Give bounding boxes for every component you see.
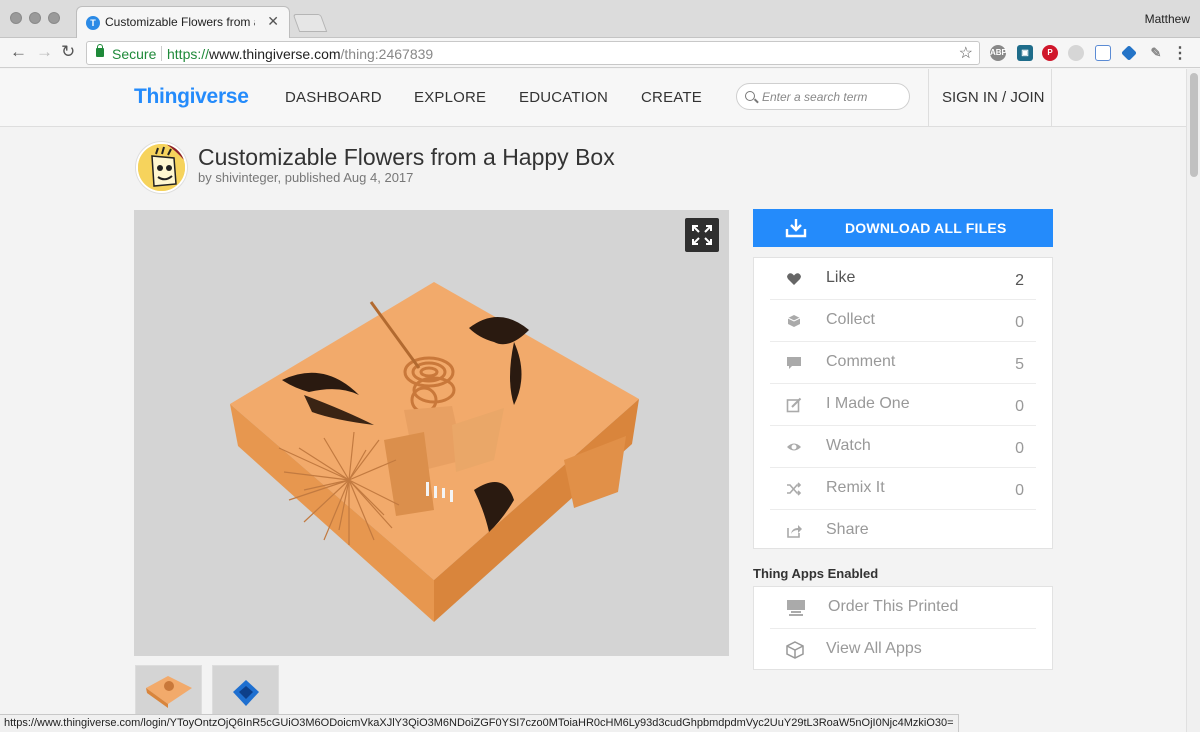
diamond-extension-icon[interactable] [1121,45,1137,61]
eye-icon [787,443,801,451]
download-label: DOWNLOAD ALL FILES [845,220,1007,236]
model-viewer[interactable] [134,210,729,656]
share-button[interactable]: Share [770,510,1036,552]
nav-explore[interactable]: EXPLORE [414,89,486,106]
comment-count: 5 [1015,356,1024,373]
thingiverse-favicon-icon: T [86,16,100,30]
sign-in-join-button[interactable]: SIGN IN / JOIN [928,69,1052,127]
address-bar[interactable]: Secure https://www.thingiverse.com/thing… [86,41,980,65]
tab-title: Customizable Flowers from a Happy Box [105,15,255,29]
avatar[interactable] [136,142,187,193]
url-host: www.thingiverse.com [209,46,341,62]
browser-tab-bar: T Customizable Flowers from a Happy Box … [0,0,1200,38]
view-all-apps-button[interactable]: View All Apps [770,629,1036,671]
url-path: /thing:2467839 [340,46,434,62]
page-scrollbar[interactable] [1186,69,1200,732]
order-printed-button[interactable]: Order This Printed [770,587,1036,629]
share-icon [787,525,802,538]
printer-icon [787,600,805,616]
nav-create[interactable]: CREATE [641,89,702,106]
watch-count: 0 [1015,440,1024,457]
close-window-button[interactable] [10,12,22,24]
search-icon [745,91,755,101]
like-count: 2 [1015,272,1024,289]
shuffle-icon [787,482,802,496]
profile-name[interactable]: Matthew [1145,12,1190,26]
browser-toolbar: ← → ↻ Secure https://www.thingiverse.com… [0,38,1200,68]
thing-apps-panel: Order This Printed View All Apps [753,586,1053,670]
document-extension-icon[interactable] [1095,45,1111,61]
search-input[interactable]: Enter a search term [736,83,910,110]
like-button[interactable]: Like 2 [770,258,1036,300]
scrollbar-thumb[interactable] [1190,73,1198,177]
thumbnail-1-image [146,676,192,708]
page-title: Customizable Flowers from a Happy Box [198,144,615,170]
tab-close-icon[interactable]: ✕ [267,13,279,30]
comment-icon [787,357,801,369]
made-one-count: 0 [1015,398,1024,415]
remix-count: 0 [1015,482,1024,499]
collect-count: 0 [1015,314,1024,331]
download-icon [785,219,807,238]
collect-label: Collect [826,311,875,328]
expand-icon [692,225,712,245]
pen-extension-icon[interactable]: ✎ [1148,45,1164,61]
reload-icon[interactable]: ↻ [61,42,75,62]
download-all-files-button[interactable]: DOWNLOAD ALL FILES [753,209,1053,247]
made-one-icon [786,397,802,413]
zoom-window-button[interactable] [48,12,60,24]
adblock-extension-icon[interactable]: ABP [990,45,1007,61]
browser-tab[interactable]: T Customizable Flowers from a Happy Box … [76,6,290,38]
secure-label: Secure [112,46,157,62]
search-placeholder: Enter a search term [762,90,868,104]
page-viewport: Thingiverse DASHBOARD EXPLORE EDUCATION … [0,69,1186,732]
sign-in-label: SIGN IN / JOIN [942,89,1045,106]
collect-icon [787,315,801,327]
nav-dashboard[interactable]: DASHBOARD [285,89,382,106]
thumbnail-1[interactable] [135,665,202,715]
disabled-extension-icon[interactable] [1068,45,1084,61]
avatar-image [138,144,185,191]
url-scheme: https:// [167,46,210,62]
back-arrow-icon[interactable]: ← [10,42,27,62]
thingiverse-logo[interactable]: Thingiverse [134,85,249,109]
order-printed-label: Order This Printed [828,598,959,615]
heart-icon [787,273,801,285]
link-status-bar: https://www.thingiverse.com/login/YToyOn… [0,714,959,732]
model-render-image [230,282,639,622]
remix-button[interactable]: Remix It 0 [770,468,1036,510]
remix-label: Remix It [826,479,885,496]
made-one-label: I Made One [826,395,910,412]
watch-label: Watch [826,437,871,454]
thing-apps-heading: Thing Apps Enabled [753,566,879,581]
extension-icon[interactable]: ▣ [1017,45,1033,61]
minimize-window-button[interactable] [29,12,41,24]
made-one-button[interactable]: I Made One 0 [770,384,1036,426]
bookmark-star-icon[interactable]: ☆ [959,43,973,63]
url-text[interactable]: https://www.thingiverse.com/thing:246783… [167,46,433,62]
thumbnail-2[interactable] [212,665,279,715]
comment-button[interactable]: Comment 5 [770,342,1036,384]
thing-actions-panel: Like 2 Collect 0 Comment 5 I Made One 0 … [753,257,1053,549]
comment-label: Comment [826,353,896,370]
share-label: Share [826,521,869,538]
url-divider [161,46,162,61]
like-label: Like [826,269,856,286]
nav-education[interactable]: EDUCATION [519,89,608,106]
lock-icon [96,44,104,57]
browser-menu-icon[interactable]: ⋮ [1172,43,1188,63]
pinterest-extension-icon[interactable]: P [1042,45,1058,61]
watch-button[interactable]: Watch 0 [770,426,1036,468]
new-tab-button[interactable] [292,14,328,32]
site-header: Thingiverse DASHBOARD EXPLORE EDUCATION … [0,69,1186,127]
collect-button[interactable]: Collect 0 [770,300,1036,342]
cube-icon [786,641,804,659]
fullscreen-button[interactable] [685,218,719,252]
forward-arrow-icon[interactable]: → [36,42,53,62]
thing-byline[interactable]: by shivinteger, published Aug 4, 2017 [198,170,413,185]
view-all-apps-label: View All Apps [826,640,922,657]
thumbnail-2-image [233,680,259,706]
